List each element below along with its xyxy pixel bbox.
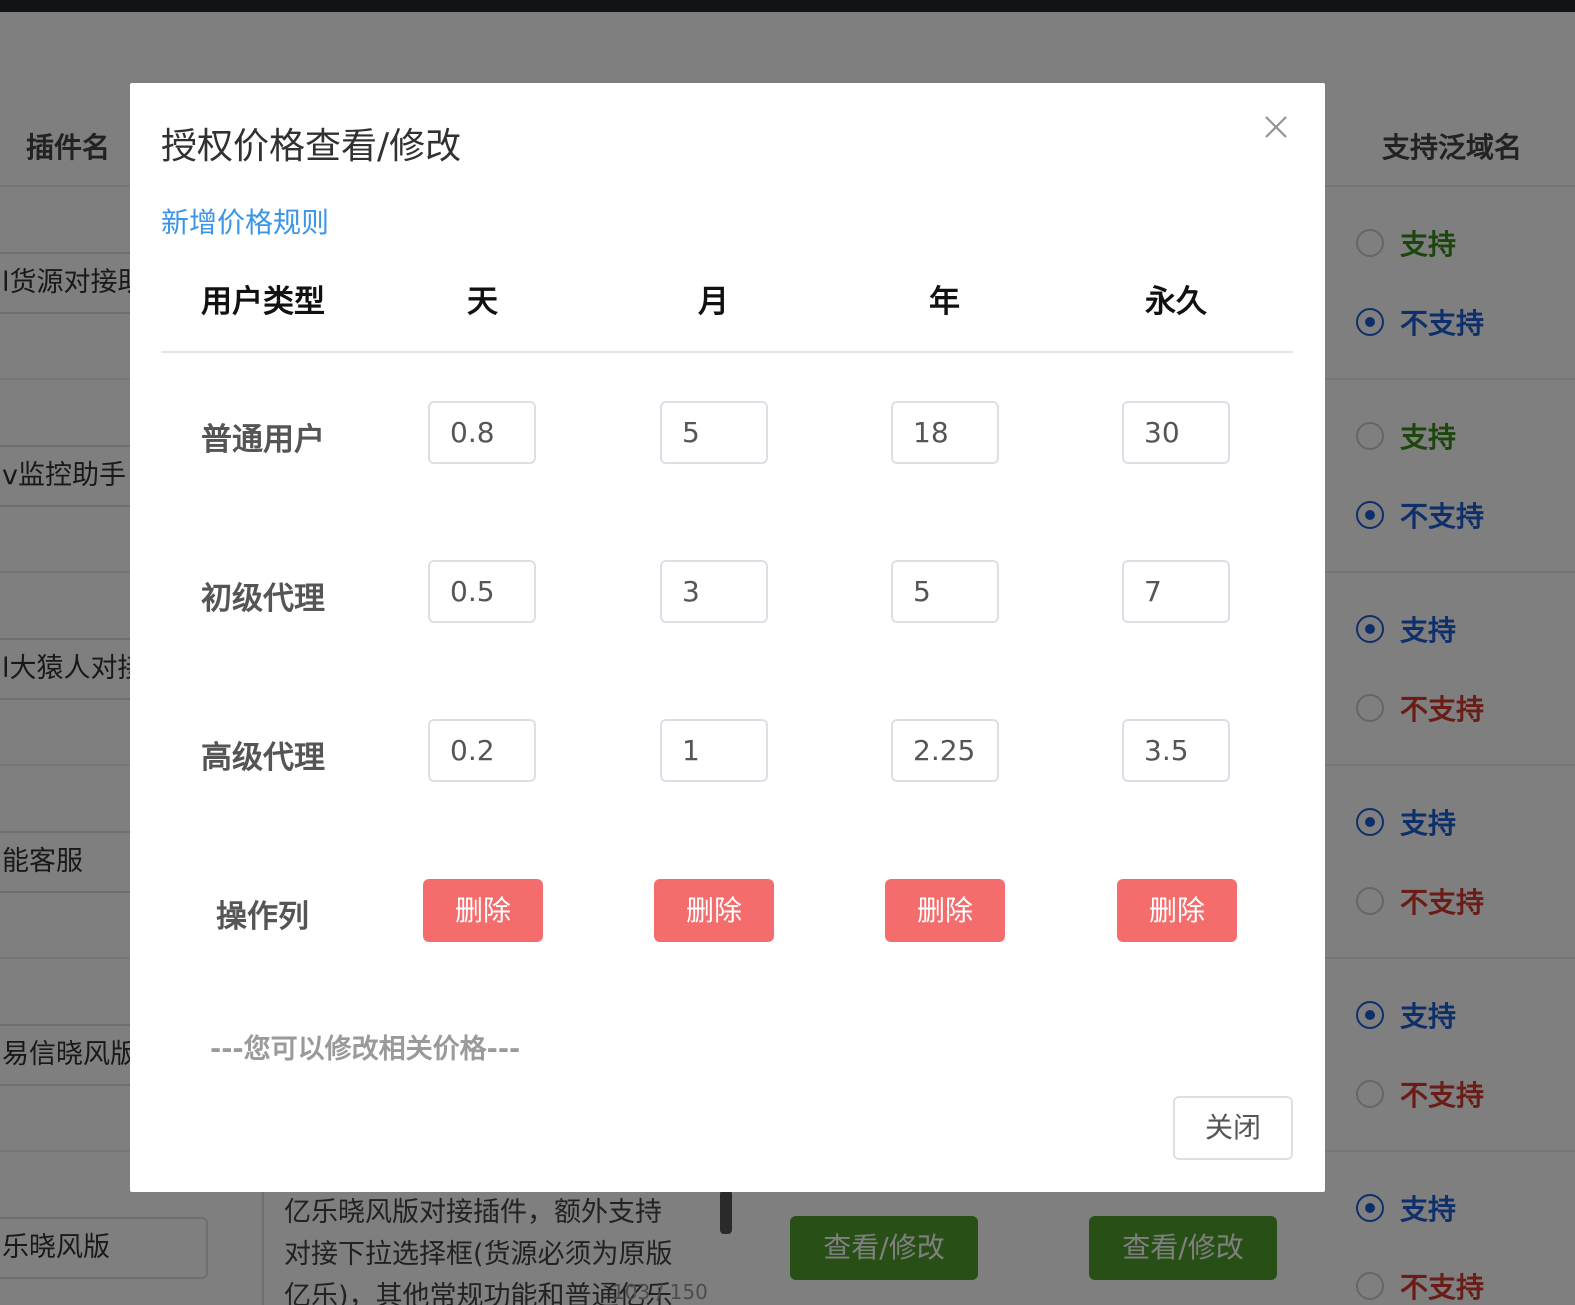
price-input-month[interactable] (660, 719, 768, 782)
close-button[interactable]: 关闭 (1173, 1096, 1293, 1160)
column-header-year: 年 (929, 284, 960, 320)
price-input-year[interactable] (891, 560, 999, 623)
price-input-month[interactable] (660, 401, 768, 464)
price-input-year[interactable] (891, 719, 999, 782)
price-input-forever[interactable] (1122, 401, 1230, 464)
column-header-forever: 永久 (1145, 284, 1207, 320)
close-icon[interactable] (1260, 111, 1292, 143)
delete-day-button[interactable]: 删除 (423, 879, 543, 942)
row-label-normal-user: 普通用户 (201, 422, 325, 458)
price-dialog: 授权价格查看/修改 新增价格规则 用户类型 天 月 年 永久 普通用户 初级代理… (130, 83, 1325, 1192)
column-header-user-type: 用户类型 (201, 284, 325, 320)
price-input-forever[interactable] (1122, 719, 1230, 782)
price-input-year[interactable] (891, 401, 999, 464)
add-price-rule-link[interactable]: 新增价格规则 (161, 201, 329, 241)
delete-month-button[interactable]: 删除 (654, 879, 774, 942)
price-input-month[interactable] (660, 560, 768, 623)
delete-year-button[interactable]: 删除 (885, 879, 1005, 942)
price-input-day[interactable] (428, 401, 536, 464)
row-label-senior-agent: 高级代理 (201, 740, 325, 776)
header-divider (161, 351, 1293, 353)
column-header-day: 天 (467, 284, 498, 320)
dialog-title: 授权价格查看/修改 (161, 126, 462, 167)
price-input-day[interactable] (428, 560, 536, 623)
row-label-actions: 操作列 (216, 899, 309, 935)
page: 插件名 支持泛域名 l货源对接助 v监控助手 l大猿人对接 能客服 易信晓风版 … (0, 0, 1575, 1305)
edit-hint: ---您可以修改相关价格--- (210, 1034, 521, 1065)
price-input-forever[interactable] (1122, 560, 1230, 623)
column-header-month: 月 (698, 284, 729, 320)
price-input-day[interactable] (428, 719, 536, 782)
delete-forever-button[interactable]: 删除 (1117, 879, 1237, 942)
row-label-junior-agent: 初级代理 (201, 581, 325, 617)
close-icon-graphic (1265, 116, 1287, 138)
